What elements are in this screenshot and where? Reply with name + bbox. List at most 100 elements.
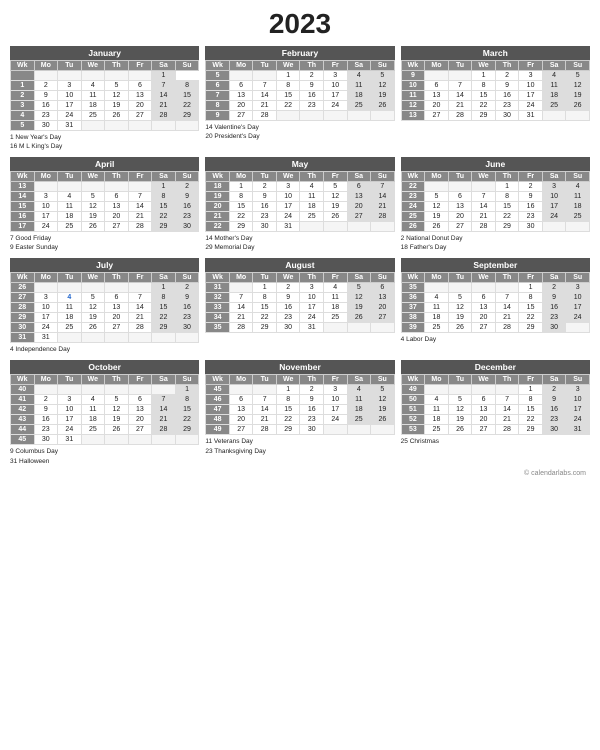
cal-cell: 15 bbox=[519, 303, 543, 313]
cal-cell: 8 bbox=[175, 81, 199, 91]
cal-cell: 20 bbox=[229, 415, 253, 425]
cal-cell: 1 bbox=[11, 81, 35, 91]
cal-cell: 9 bbox=[175, 293, 199, 303]
cal-cell: 46 bbox=[206, 395, 230, 405]
cal-cell: 53 bbox=[401, 425, 425, 435]
col-header-mo: Mo bbox=[425, 172, 449, 182]
cal-cell: 1 bbox=[152, 71, 176, 81]
cal-cell: 12 bbox=[371, 81, 395, 91]
cal-cell: 24 bbox=[34, 222, 58, 232]
cal-cell: 29 bbox=[229, 222, 253, 232]
col-header-tu: Tu bbox=[448, 61, 472, 71]
cal-cell: 19 bbox=[425, 212, 449, 222]
holidays: 2 National Donut Day18 Father's Day bbox=[401, 234, 590, 252]
cal-cell: 22 bbox=[519, 415, 543, 425]
cal-cell bbox=[495, 385, 519, 395]
col-header-th: Th bbox=[105, 61, 129, 71]
cal-cell: 27 bbox=[347, 212, 371, 222]
holidays: 4 Independence Day bbox=[10, 345, 199, 354]
cal-cell: 25 bbox=[300, 212, 324, 222]
cal-cell bbox=[128, 385, 152, 395]
cal-cell: 6 bbox=[472, 293, 496, 303]
cal-cell: 19 bbox=[323, 202, 347, 212]
cal-cell: 11 bbox=[566, 192, 590, 202]
cal-cell bbox=[229, 385, 253, 395]
cal-cell: 25 bbox=[425, 323, 449, 333]
col-header-su: Su bbox=[566, 273, 590, 283]
cal-cell bbox=[472, 182, 496, 192]
col-header-mo: Mo bbox=[229, 172, 253, 182]
month-name: January bbox=[10, 46, 199, 60]
cal-cell bbox=[448, 385, 472, 395]
cal-cell: 20 bbox=[371, 303, 395, 313]
cal-cell: 13 bbox=[229, 405, 253, 415]
cal-cell: 2 bbox=[542, 283, 566, 293]
col-header-th: Th bbox=[105, 273, 129, 283]
cal-cell: 14 bbox=[128, 202, 152, 212]
cal-cell: 1 bbox=[495, 182, 519, 192]
cal-cell bbox=[347, 323, 371, 333]
cal-cell: 24 bbox=[34, 323, 58, 333]
cal-cell: 8 bbox=[253, 293, 277, 303]
cal-cell bbox=[323, 323, 347, 333]
cal-cell: 4 bbox=[58, 192, 82, 202]
calendar-table: WkMoTuWeThFrSaSu131214345678915101112131… bbox=[10, 171, 199, 232]
holidays: 11 Veterans Day23 Thanksgiving Day bbox=[205, 437, 394, 455]
cal-cell: 11 bbox=[81, 405, 105, 415]
cal-cell bbox=[371, 222, 395, 232]
cal-cell: 27 bbox=[128, 425, 152, 435]
cal-cell: 18 bbox=[347, 91, 371, 101]
col-header-wk: Wk bbox=[401, 273, 425, 283]
cal-cell: 15 bbox=[519, 405, 543, 415]
holiday-item: 23 Thanksgiving Day bbox=[205, 447, 394, 456]
cal-cell: 6 bbox=[347, 182, 371, 192]
cal-cell: 20 bbox=[347, 202, 371, 212]
cal-cell: 18 bbox=[542, 91, 566, 101]
cal-cell: 1 bbox=[229, 182, 253, 192]
month-name: May bbox=[205, 157, 394, 171]
holiday-item: 7 Good Friday bbox=[10, 234, 199, 243]
cal-cell: 3 bbox=[34, 293, 58, 303]
cal-cell: 26 bbox=[371, 415, 395, 425]
cal-cell bbox=[128, 435, 152, 445]
cal-cell: 13 bbox=[128, 405, 152, 415]
cal-cell: 4 bbox=[566, 182, 590, 192]
months-grid: JanuaryWkMoTuWeThFrSaSu11234567829101112… bbox=[10, 46, 590, 466]
cal-cell: 31 bbox=[11, 333, 35, 343]
cal-cell: 25 bbox=[542, 101, 566, 111]
cal-cell: 21 bbox=[206, 212, 230, 222]
col-header-fr: Fr bbox=[519, 61, 543, 71]
col-header-sa: Sa bbox=[542, 375, 566, 385]
calendar-table: WkMoTuWeThFrSaSu311234563278910111213331… bbox=[205, 272, 394, 333]
cal-cell: 28 bbox=[128, 222, 152, 232]
cal-cell: 12 bbox=[347, 293, 371, 303]
cal-cell: 16 bbox=[34, 101, 58, 111]
col-header-th: Th bbox=[495, 172, 519, 182]
cal-cell: 8 bbox=[152, 192, 176, 202]
cal-cell: 2 bbox=[495, 71, 519, 81]
cal-cell bbox=[58, 333, 82, 343]
cal-cell: 12 bbox=[105, 91, 129, 101]
col-header-sa: Sa bbox=[347, 61, 371, 71]
cal-cell: 22 bbox=[276, 415, 300, 425]
col-header-we: We bbox=[276, 273, 300, 283]
cal-cell: 16 bbox=[276, 303, 300, 313]
cal-cell: 15 bbox=[472, 91, 496, 101]
col-header-su: Su bbox=[371, 172, 395, 182]
cal-cell: 27 bbox=[105, 222, 129, 232]
holiday-item: 18 Father's Day bbox=[401, 243, 590, 252]
cal-cell: 10 bbox=[542, 192, 566, 202]
cal-cell: 14 bbox=[371, 192, 395, 202]
cal-cell: 17 bbox=[58, 101, 82, 111]
cal-cell: 7 bbox=[448, 81, 472, 91]
cal-cell: 16 bbox=[34, 415, 58, 425]
cal-cell: 17 bbox=[519, 91, 543, 101]
cal-cell: 27 bbox=[11, 293, 35, 303]
cal-cell: 29 bbox=[472, 111, 496, 121]
cal-cell: 19 bbox=[347, 303, 371, 313]
cal-cell bbox=[472, 283, 496, 293]
col-header-tu: Tu bbox=[253, 172, 277, 182]
col-header-sa: Sa bbox=[542, 172, 566, 182]
cal-cell: 18 bbox=[425, 415, 449, 425]
cal-cell bbox=[175, 121, 199, 131]
